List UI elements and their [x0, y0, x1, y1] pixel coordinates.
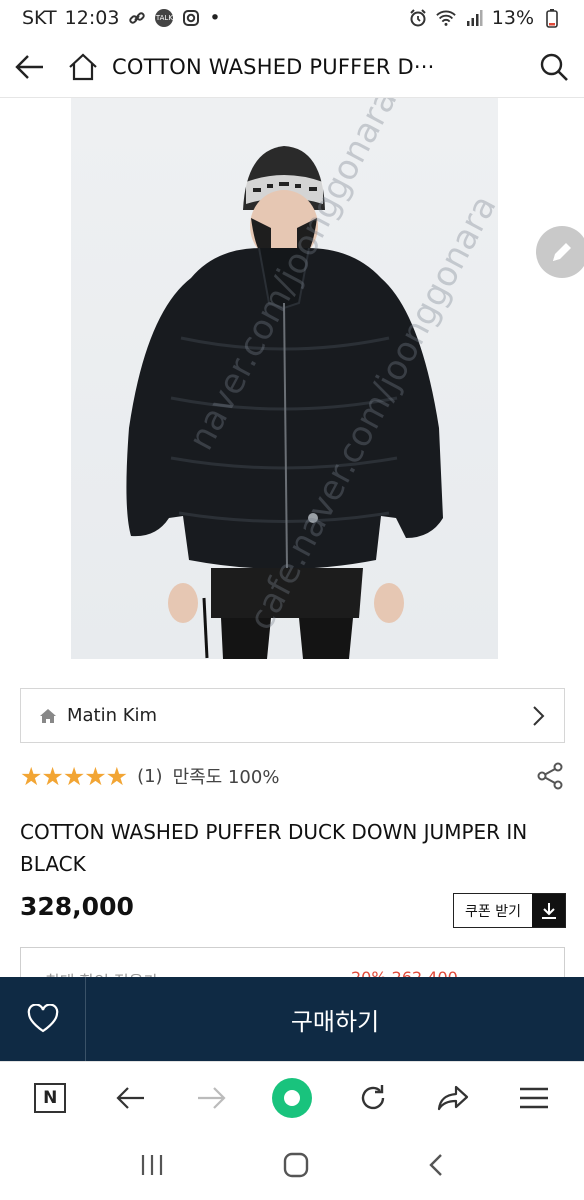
signal-icon [464, 8, 484, 28]
brand-store-link[interactable]: Matin Kim [20, 688, 565, 743]
status-bar: SKT 12:03 TALK • 13% [0, 0, 584, 36]
app-header: COTTON WASHED PUFFER D··· [0, 36, 584, 98]
forward-share-icon [437, 1085, 469, 1110]
brand-name: Matin Kim [67, 705, 158, 726]
recent-apps-icon [141, 1154, 162, 1175]
satisfaction: 만족도 100% [172, 767, 280, 788]
naver-n-icon: N [34, 1082, 67, 1113]
product-price: 328,000 [20, 892, 134, 921]
battery-percent: 13% [491, 7, 534, 29]
home-nav-button[interactable] [283, 1152, 309, 1182]
reload-button[interactable] [347, 1072, 399, 1124]
product-image[interactable]: naver.com/joonggonara cafe.naver.com/joo… [71, 98, 498, 659]
notification-dot: • [209, 7, 221, 29]
home-icon [40, 708, 56, 723]
system-nav-bar [0, 1133, 584, 1200]
coupon-button[interactable]: 쿠폰 받기 [453, 893, 566, 928]
edit-fab[interactable] [536, 226, 584, 278]
download-icon-box [532, 894, 565, 927]
share-icon [537, 762, 563, 790]
alarm-icon [408, 8, 428, 28]
review-count[interactable]: (1) [137, 766, 163, 787]
back-nav-button[interactable] [428, 1153, 444, 1181]
status-right: 13% [408, 7, 562, 29]
battery-icon [542, 8, 562, 28]
naver-home-button[interactable]: N [24, 1072, 76, 1124]
share-button[interactable] [535, 761, 565, 791]
clock: 12:03 [64, 7, 120, 29]
kakaotalk-icon: TALK [155, 9, 174, 27]
pencil-icon [553, 243, 571, 261]
home-circle-icon [283, 1152, 309, 1177]
chevron-right-icon [533, 705, 545, 726]
browser-back-button[interactable] [105, 1072, 157, 1124]
green-dot-button[interactable] [266, 1072, 318, 1124]
search-icon [540, 53, 568, 81]
status-left: SKT 12:03 TALK • [22, 7, 221, 29]
hamburger-menu-icon [519, 1087, 548, 1108]
home-icon [69, 53, 97, 80]
instagram-icon [181, 8, 201, 28]
green-dot-icon [271, 1077, 312, 1118]
reload-icon [361, 1084, 384, 1109]
purchase-bar: 구매하기 [0, 977, 584, 1061]
menu-button[interactable] [508, 1072, 560, 1124]
back-button[interactable] [0, 36, 60, 98]
buy-button[interactable]: 구매하기 [86, 1002, 584, 1037]
home-button[interactable] [60, 36, 106, 98]
carrier: SKT [22, 7, 57, 29]
arrow-left-icon [15, 54, 43, 79]
browser-forward-button[interactable] [185, 1072, 237, 1124]
chevron-left-icon [429, 1153, 443, 1176]
page-title: COTTON WASHED PUFFER D··· [112, 54, 435, 79]
recent-apps-button[interactable] [140, 1154, 164, 1180]
share-page-button[interactable] [427, 1072, 479, 1124]
rating-stars: ★★★★★ [20, 761, 128, 791]
coupon-label: 쿠폰 받기 [465, 903, 521, 920]
link-icon [127, 8, 147, 28]
wifi-icon [436, 8, 456, 28]
arrow-right-icon [198, 1086, 226, 1109]
browser-toolbar: N [0, 1061, 584, 1133]
heart-icon [27, 1004, 58, 1033]
download-icon [541, 902, 556, 919]
product-title: COTTON WASHED PUFFER DUCK DOWN JUMPER IN… [20, 820, 528, 876]
arrow-left-icon [116, 1086, 144, 1109]
wishlist-button[interactable] [0, 977, 86, 1061]
search-button[interactable] [524, 36, 584, 98]
rating-row: ★★★★★ (1) 만족도 100% [20, 760, 565, 792]
